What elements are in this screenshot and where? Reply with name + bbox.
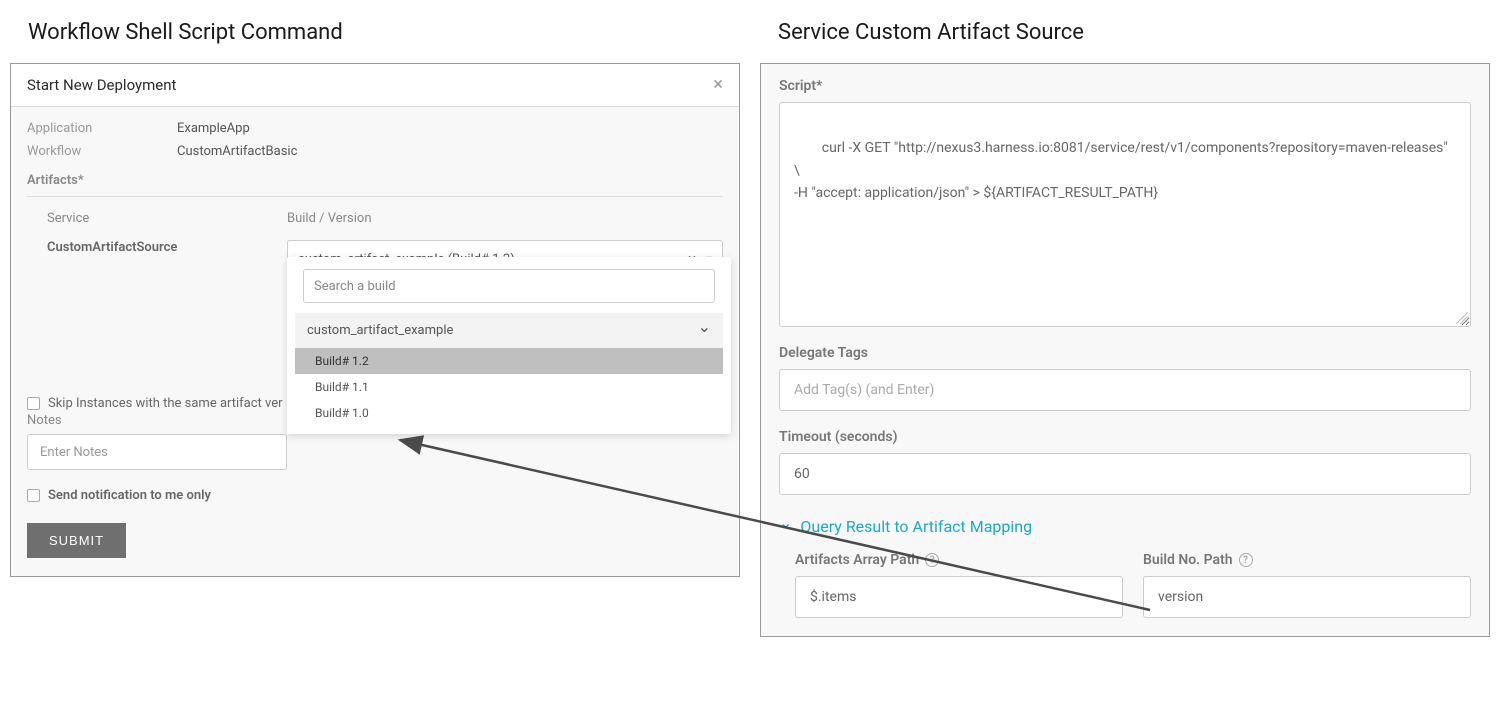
array-path-label: Artifacts Array Path ? bbox=[795, 552, 1123, 568]
timeout-label: Timeout (seconds) bbox=[779, 429, 1471, 445]
timeout-value: 60 bbox=[794, 466, 810, 482]
help-icon[interactable]: ? bbox=[925, 553, 939, 567]
delegate-tags-label: Delegate Tags bbox=[779, 345, 1471, 361]
array-path-input[interactable]: $.items bbox=[795, 576, 1123, 618]
build-path-label: Build No. Path ? bbox=[1143, 552, 1471, 568]
script-content: curl -X GET "http://nexus3.harness.io:80… bbox=[794, 140, 1451, 201]
array-path-label-text: Artifacts Array Path bbox=[795, 552, 919, 568]
build-group-name: custom_artifact_example bbox=[307, 323, 453, 338]
workflow-label: Workflow bbox=[27, 144, 177, 159]
build-option[interactable]: Build# 1.2 bbox=[295, 348, 723, 374]
chevron-down-icon bbox=[779, 517, 792, 536]
left-section-title: Workflow Shell Script Command bbox=[28, 20, 740, 45]
build-column-header: Build / Version bbox=[287, 211, 723, 226]
checkbox-icon[interactable] bbox=[27, 489, 40, 502]
artifacts-header: Artifacts* bbox=[27, 173, 723, 197]
resize-handle-icon[interactable] bbox=[1456, 312, 1468, 324]
chevron-down-icon bbox=[698, 321, 711, 340]
notify-label: Send notification to me only bbox=[48, 488, 211, 503]
build-group-header[interactable]: custom_artifact_example bbox=[295, 313, 723, 348]
mapping-header-text: Query Result to Artifact Mapping bbox=[800, 517, 1032, 536]
build-dropdown: Search a build custom_artifact_example B… bbox=[287, 257, 731, 434]
script-label: Script* bbox=[779, 78, 1471, 94]
help-icon[interactable]: ? bbox=[1239, 553, 1253, 567]
right-section-title: Service Custom Artifact Source bbox=[778, 20, 1490, 45]
build-path-value: version bbox=[1158, 589, 1203, 605]
modal-title: Start New Deployment bbox=[27, 76, 176, 94]
close-icon[interactable]: × bbox=[713, 76, 723, 94]
notes-placeholder: Enter Notes bbox=[40, 445, 108, 460]
build-path-input[interactable]: version bbox=[1143, 576, 1471, 618]
array-path-value: $.items bbox=[810, 589, 856, 605]
notify-row[interactable]: Send notification to me only bbox=[27, 488, 723, 503]
script-textarea[interactable]: curl -X GET "http://nexus3.harness.io:80… bbox=[779, 102, 1471, 327]
service-name: CustomArtifactSource bbox=[47, 240, 287, 255]
submit-button[interactable]: SUBMIT bbox=[27, 523, 126, 558]
service-column-header: Service bbox=[47, 211, 287, 226]
artifact-source-panel: Script* curl -X GET "http://nexus3.harne… bbox=[760, 63, 1490, 637]
delegate-tags-input[interactable]: Add Tag(s) (and Enter) bbox=[779, 369, 1471, 411]
build-path-label-text: Build No. Path bbox=[1143, 552, 1233, 568]
skip-instances-label: Skip Instances with the same artifact ve… bbox=[48, 396, 283, 411]
workflow-value: CustomArtifactBasic bbox=[177, 144, 297, 159]
build-option[interactable]: Build# 1.0 bbox=[295, 400, 723, 426]
timeout-input[interactable]: 60 bbox=[779, 453, 1471, 495]
build-option[interactable]: Build# 1.1 bbox=[295, 374, 723, 400]
application-label: Application bbox=[27, 121, 177, 136]
notes-input[interactable]: Enter Notes bbox=[27, 434, 287, 470]
delegate-tags-placeholder: Add Tag(s) (and Enter) bbox=[794, 382, 934, 398]
mapping-collapse-header[interactable]: Query Result to Artifact Mapping bbox=[779, 517, 1471, 536]
build-search-placeholder: Search a build bbox=[314, 279, 396, 294]
application-value: ExampleApp bbox=[177, 121, 250, 136]
deployment-modal: Start New Deployment × Application Examp… bbox=[10, 63, 740, 577]
build-search-input[interactable]: Search a build bbox=[303, 269, 715, 303]
checkbox-icon[interactable] bbox=[27, 397, 40, 410]
